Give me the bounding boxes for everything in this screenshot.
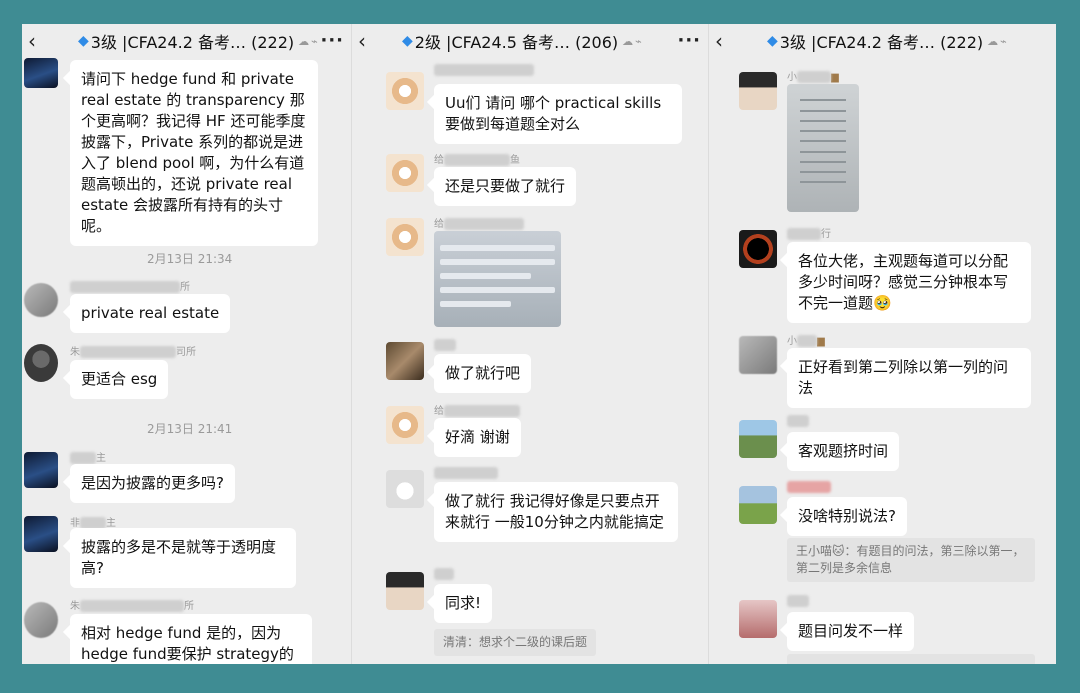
timestamp: 2月13日 21:34 — [147, 252, 233, 266]
quoted-message[interactable] — [787, 654, 1035, 664]
chat-pane-2: ‹ ◆ 2级 |CFA24.5 备考… (206) ☁︎⌁ ··· Uu们 请问… — [351, 24, 707, 664]
message-bubble: 披露的多是不是就等于透明度高? — [70, 528, 296, 588]
chat-title: 2级 |CFA24.5 备考… (206) — [414, 33, 619, 52]
message-bubble: 好滴 谢谢 — [434, 418, 521, 457]
message-bubble: 还是只要做了就行 — [434, 167, 577, 206]
message-bubble: 同求! — [434, 584, 493, 623]
avatar[interactable] — [739, 420, 777, 458]
timestamp: 2月13日 21:41 — [147, 422, 233, 436]
message-bubble: 正好看到第二列除以第一列的问法 — [787, 348, 1031, 408]
message-bubble: 没啥特别说法? — [787, 497, 907, 536]
sender-name: 行 — [787, 225, 831, 240]
screenshot-collage: ‹ ◆ 3级 |CFA24.2 备考… (222) ☁︎⌁ ··· 请问下 he… — [22, 24, 1056, 664]
message-bubble: 更适合 esg — [70, 360, 169, 399]
avatar[interactable] — [739, 336, 777, 374]
avatar[interactable] — [24, 516, 58, 552]
avatar[interactable] — [24, 344, 58, 382]
message-bubble: 做了就行吧 — [434, 354, 532, 393]
quoted-message[interactable]: 清清：想求个二级的课后题 — [434, 629, 597, 656]
avatar[interactable] — [24, 283, 58, 317]
avatar[interactable] — [386, 470, 424, 508]
chat-pane-3: ‹ ◆ 3级 |CFA24.2 备考… (222) ☁︎⌁ 小 ▆ 行 各位大佬，… — [708, 24, 1056, 664]
avatar[interactable] — [24, 452, 58, 488]
sender-name — [434, 339, 456, 353]
avatar[interactable] — [386, 72, 424, 110]
message-bubble: 请问下 hedge fund 和 private real estate 的 t… — [70, 60, 318, 246]
document-photo[interactable] — [787, 84, 859, 212]
message-bubble: 客观题挤时间 — [787, 432, 900, 471]
diamond-icon: ◆ — [767, 33, 778, 49]
avatar[interactable] — [386, 154, 424, 192]
avatar[interactable] — [739, 230, 777, 268]
sender-name: 小 ▆ — [787, 335, 825, 347]
sender-name: 非主 — [70, 517, 116, 529]
sender-name: 朱司所 — [70, 346, 196, 358]
more-icon[interactable]: ··· — [320, 30, 344, 51]
message-bubble: 相对 hedge fund 是的，因为 hedge fund要保护 strate… — [70, 614, 312, 664]
sender-name: 主 — [70, 449, 106, 464]
message-bubble: private real estate — [70, 294, 231, 333]
avatar[interactable] — [739, 486, 777, 524]
chat-header: ‹ ◆ 2级 |CFA24.5 备考… (206) ☁︎⌁ ··· — [352, 24, 707, 58]
sender-name: 给 — [434, 402, 520, 417]
chevron-left-icon[interactable]: ‹ — [28, 29, 44, 53]
avatar[interactable] — [386, 342, 424, 380]
chat-pane-1: ‹ ◆ 3级 |CFA24.2 备考… (222) ☁︎⌁ ··· 请问下 he… — [22, 24, 350, 664]
mute-icon: ☁︎⌁ — [298, 34, 320, 48]
quoted-message[interactable]: 王小喵🐱：有题目的问法，第三除以第一，第二列是多余信息 — [787, 538, 1035, 582]
sender-name: 给鱼 — [434, 154, 520, 166]
chat-header: ‹ ◆ 3级 |CFA24.2 备考… (222) ☁︎⌁ ··· — [22, 24, 350, 58]
avatar[interactable] — [386, 406, 424, 444]
chat-header: ‹ ◆ 3级 |CFA24.2 备考… (222) ☁︎⌁ — [709, 24, 1056, 58]
chat-title: 3级 |CFA24.2 备考… (222) — [779, 33, 984, 52]
avatar[interactable] — [739, 600, 777, 638]
sender-name: 给 — [434, 215, 524, 230]
sender-name — [787, 481, 831, 495]
sender-name: 小 ▆ — [787, 71, 839, 83]
message-bubble: 各位大佬，主观题每道可以分配多少时间呀？感觉三分钟根本写不完一道题🥹 — [787, 242, 1031, 323]
chat-title: 3级 |CFA24.2 备考… (222) — [90, 33, 295, 52]
mute-icon: ☁︎⌁ — [987, 34, 1009, 48]
sender-name: 朱所 — [70, 600, 194, 612]
message-bubble: 题目问发不一样 — [787, 612, 915, 651]
mute-icon: ☁︎⌁ — [622, 34, 644, 48]
sender-name: 所 — [70, 278, 190, 293]
chevron-left-icon[interactable]: ‹ — [715, 29, 731, 53]
screenshot-image[interactable] — [434, 231, 561, 327]
sender-name — [787, 415, 809, 429]
sender-name — [434, 568, 454, 582]
diamond-icon: ◆ — [78, 33, 89, 49]
message-bubble: 做了就行 我记得好像是只要点开来就行 一般10分钟之内就能搞定 — [434, 482, 678, 542]
avatar[interactable] — [24, 58, 58, 88]
more-icon[interactable]: ··· — [677, 30, 701, 51]
chevron-left-icon[interactable]: ‹ — [358, 29, 374, 53]
avatar[interactable] — [386, 218, 424, 256]
avatar[interactable] — [386, 572, 424, 610]
avatar[interactable] — [24, 602, 58, 638]
avatar[interactable] — [739, 72, 777, 110]
sender-name — [434, 467, 498, 481]
sender-name — [434, 64, 534, 78]
message-bubble: 是因为披露的更多吗? — [70, 464, 235, 503]
message-bubble: Uu们 请问 哪个 practical skills 要做到每道题全对么 — [434, 84, 682, 144]
sender-name — [787, 595, 809, 609]
diamond-icon: ◆ — [402, 33, 413, 49]
